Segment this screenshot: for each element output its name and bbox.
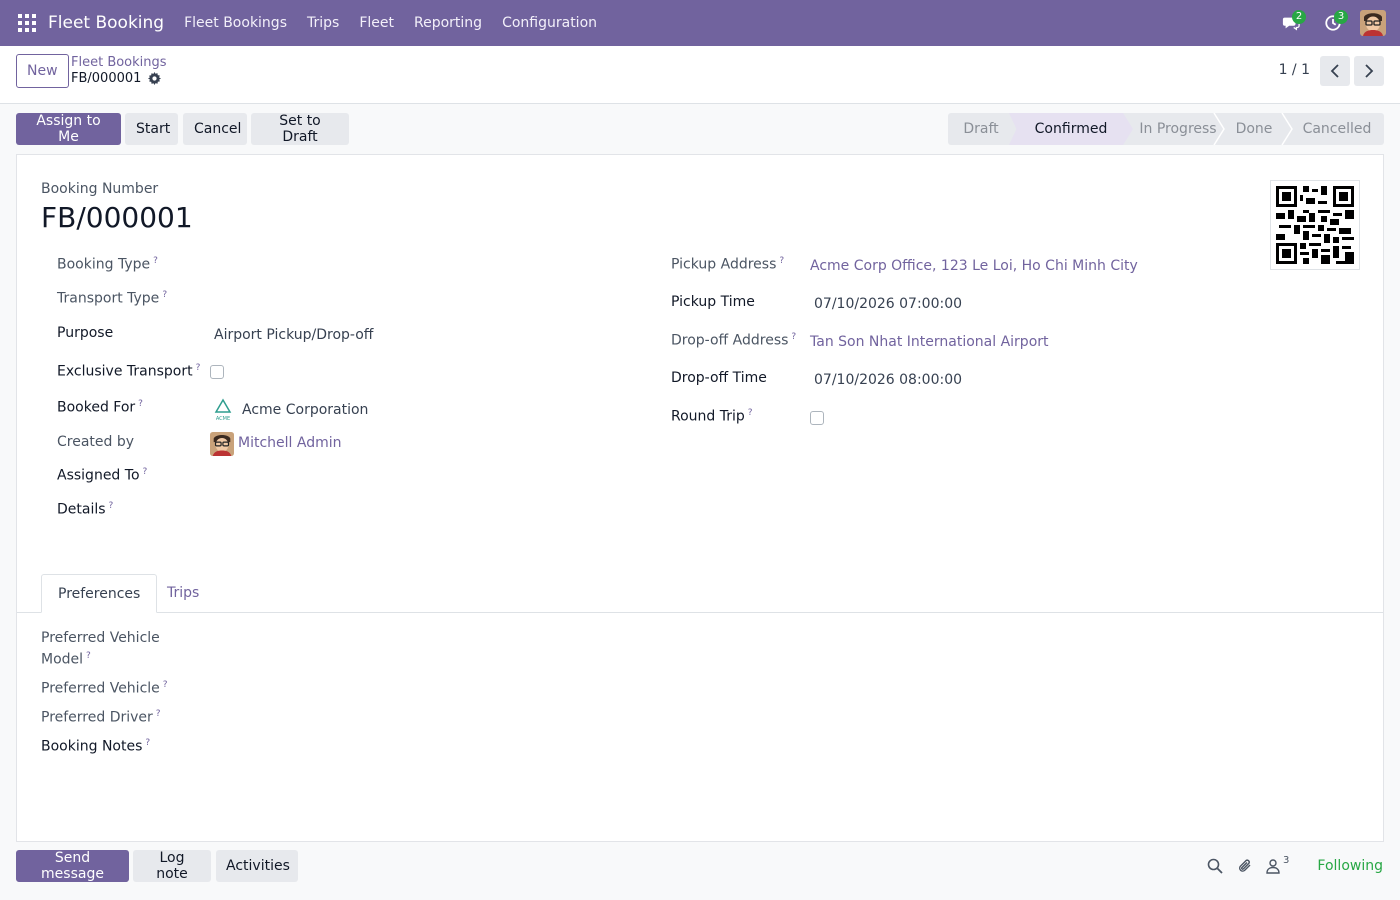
user-avatar[interactable] [1360,10,1386,36]
menu-configuration[interactable]: Configuration [502,15,597,31]
assigned-to-label: Assigned To? [57,467,148,484]
booked-for-field[interactable]: Acme Corporation [242,402,368,418]
creator-avatar [210,432,234,456]
purpose-field[interactable]: Airport Pickup/Drop-off [214,327,373,343]
chevron-right-icon [1365,64,1374,78]
round-trip-label: Round Trip? [671,408,753,425]
followers-count: 3 [1283,855,1290,866]
stage-done[interactable]: Done [1218,113,1290,145]
messages-badge: 2 [1292,10,1306,24]
pickup-address-label: Pickup Address? [671,256,785,273]
send-message-button[interactable]: Send message [16,850,129,882]
form-sheet: Booking Number FB/000001 Booking Type? T… [16,154,1384,842]
pager-value[interactable]: 1 / 1 [1279,62,1310,78]
activities-badge: 3 [1334,10,1348,24]
menu-trips[interactable]: Trips [307,15,339,31]
stage-cancelled[interactable]: Cancelled [1291,113,1383,145]
menu-reporting[interactable]: Reporting [414,15,482,31]
chevron-left-icon [1330,64,1339,78]
acme-logo: ACME [214,398,232,422]
menu-fleet-bookings[interactable]: Fleet Bookings [184,15,287,31]
pager-next-button[interactable] [1354,56,1384,86]
gear-icon[interactable] [148,72,162,85]
svg-text:ACME: ACME [216,416,230,422]
notebook-tabs: Preferences Trips [17,574,1383,613]
app-grid-icon[interactable] [18,14,36,32]
control-panel: New Fleet Bookings FB/000001 1 / 1 [0,46,1400,104]
app-name[interactable]: Fleet Booking [48,13,164,33]
purpose-label: Purpose [57,325,114,341]
exclusive-transport-label: Exclusive Transport? [57,363,201,380]
preferred-vehicle-label: Preferred Vehicle? [41,680,168,697]
created-by-label: Created by [57,434,135,450]
preferred-vehicle-model-label: Preferred Vehicle [41,630,160,646]
stage-pipeline: Draft Confirmed In Progress Done Cancell… [948,113,1384,145]
transport-type-label: Transport Type? [57,290,168,307]
activities-button[interactable]: 3 [1318,8,1348,38]
cancel-button[interactable]: Cancel [183,113,247,145]
assign-to-me-button[interactable]: Assign to Me [16,113,121,145]
stage-draft[interactable]: Draft [948,113,1014,145]
pickup-address-field[interactable]: Acme Corp Office, 123 Le Loi, Ho Chi Min… [810,258,1138,274]
stage-confirmed[interactable]: Confirmed [1009,113,1133,145]
preferred-vehicle-model-label-line2: Model? [41,651,91,668]
booking-notes-label: Booking Notes? [41,738,151,755]
pager-previous-button[interactable] [1320,56,1350,86]
dropoff-time-label: Drop-off Time [671,370,767,386]
dropoff-address-field[interactable]: Tan Son Nhat International Airport [810,334,1049,350]
breadcrumb-parent[interactable]: Fleet Bookings [71,55,167,70]
preferred-driver-label: Preferred Driver? [41,709,161,726]
set-to-draft-button[interactable]: Set to Draft [251,113,349,145]
breadcrumb-current-label: FB/000001 [71,71,142,86]
qr-code [1270,180,1360,270]
exclusive-transport-checkbox[interactable] [210,365,224,379]
tab-trips[interactable]: Trips [151,574,215,613]
followers-icon[interactable] [1265,858,1281,874]
log-note-button[interactable]: Log note [133,850,211,882]
chatter-bar: Send message Log note Activities 3 Follo… [0,842,1400,900]
status-bar: Assign to Me Start Cancel Set to Draft D… [0,104,1400,154]
systray: 2 3 [1276,8,1386,38]
pickup-time-label: Pickup Time [671,294,755,310]
round-trip-checkbox[interactable] [810,411,824,425]
booking-number: FB/000001 [41,201,193,234]
paperclip-icon[interactable] [1237,858,1253,874]
details-label: Details? [57,501,114,518]
breadcrumb-current: FB/000001 [71,71,162,86]
top-navbar: Fleet Booking Fleet Bookings Trips Fleet… [0,0,1400,46]
following-button[interactable]: Following [1317,858,1383,874]
menu-fleet[interactable]: Fleet [359,15,394,31]
dropoff-address-label: Drop-off Address? [671,332,797,349]
messages-button[interactable]: 2 [1276,8,1306,38]
booking-type-label: Booking Type? [57,256,158,273]
tab-preferences[interactable]: Preferences [41,574,158,613]
booked-for-label: Booked For? [57,399,143,416]
search-icon[interactable] [1207,858,1223,874]
activities-button[interactable]: Activities [216,850,298,882]
pickup-time-field[interactable]: 07/10/2026 07:00:00 [814,296,962,312]
start-button[interactable]: Start [125,113,178,145]
dropoff-time-field[interactable]: 07/10/2026 08:00:00 [814,372,962,388]
booking-number-label: Booking Number [41,181,159,197]
new-button[interactable]: New [16,54,69,88]
created-by-field[interactable]: Mitchell Admin [238,435,342,451]
